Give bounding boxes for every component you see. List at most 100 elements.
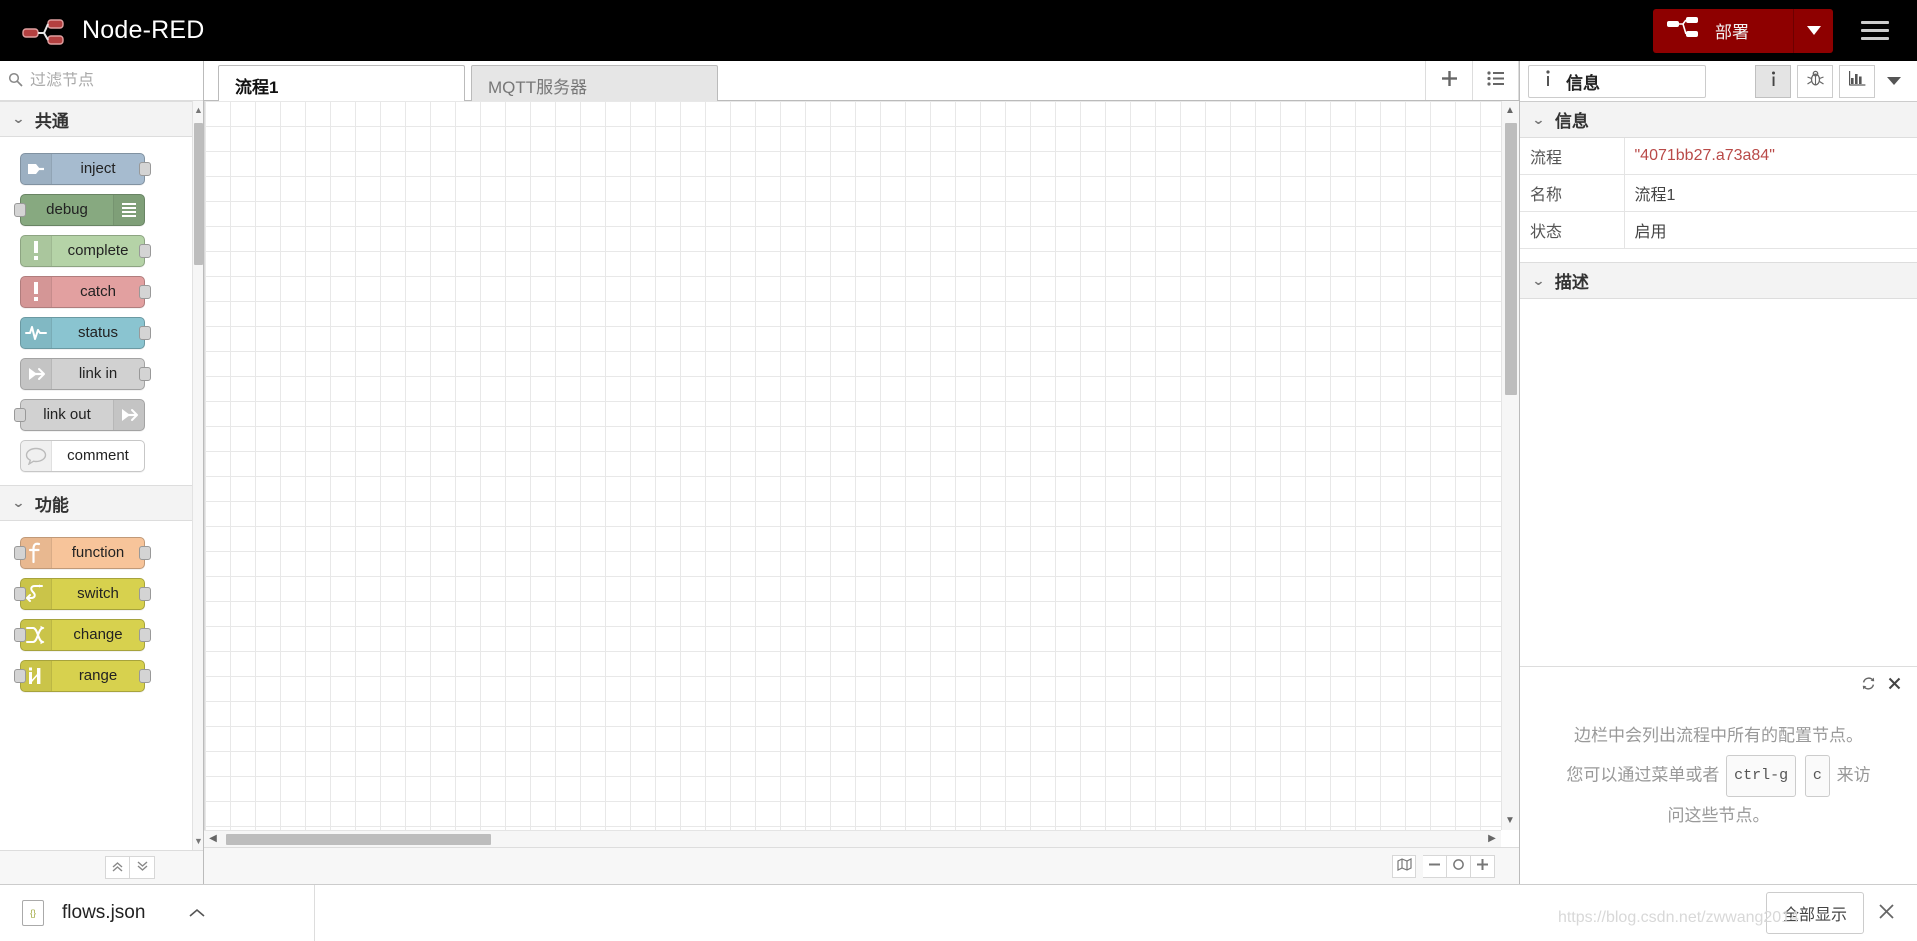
flow-tab-active[interactable]: 流程1 bbox=[218, 65, 465, 104]
flow-tab[interactable]: MQTT服务器 bbox=[471, 65, 718, 104]
node-output-port[interactable] bbox=[139, 284, 151, 299]
deploy-button[interactable]: 部署 bbox=[1653, 8, 1793, 53]
canvas-scroll-up-icon[interactable]: ▲ bbox=[1501, 103, 1519, 117]
info-row-value: 流程1 bbox=[1623, 174, 1917, 212]
collapse-all-button[interactable] bbox=[105, 856, 130, 879]
palette-scrollbar[interactable]: ▲ ▼ bbox=[192, 101, 203, 850]
flow-tabbar: 流程1 MQTT服务器 bbox=[204, 61, 1519, 104]
node-red-app: Node-RED 部署 过滤节点 ⌄ 共通 inject debug compl… bbox=[0, 0, 1917, 941]
navigator-button[interactable] bbox=[1392, 854, 1416, 878]
node-output-port[interactable] bbox=[139, 325, 151, 340]
search-icon bbox=[8, 72, 23, 90]
palette-scroll-thumb[interactable] bbox=[194, 123, 203, 265]
node-output-port[interactable] bbox=[139, 545, 151, 560]
config-msg-line2b: 来访 bbox=[1836, 765, 1871, 785]
node-input-port[interactable] bbox=[14, 586, 26, 601]
palette-node-comment[interactable]: comment bbox=[20, 439, 145, 472]
scroll-up-icon[interactable]: ▲ bbox=[193, 103, 203, 117]
scroll-down-icon[interactable]: ▼ bbox=[193, 834, 203, 848]
node-output-port[interactable] bbox=[139, 161, 151, 176]
sidebar-more-tabs-button[interactable] bbox=[1881, 65, 1907, 98]
zoom-reset-button[interactable] bbox=[1447, 854, 1471, 878]
zoom-controls bbox=[1392, 854, 1495, 878]
palette-node-function[interactable]: function bbox=[14, 536, 151, 569]
app-title: Node-RED bbox=[82, 16, 205, 44]
palette-node-label: debug bbox=[46, 201, 88, 218]
node-output-port[interactable] bbox=[139, 366, 151, 381]
palette-node-link-out[interactable]: link out bbox=[14, 398, 145, 431]
canvas-vertical-scrollbar[interactable] bbox=[1501, 101, 1519, 830]
expand-all-button[interactable] bbox=[130, 856, 155, 879]
bottom-bar-actions: 全部显示 bbox=[1765, 892, 1917, 934]
canvas-horizontal-scrollbar[interactable] bbox=[204, 830, 1501, 847]
palette-node-change[interactable]: change bbox=[14, 618, 151, 651]
brand: Node-RED bbox=[0, 16, 204, 45]
download-file-name: flows.json bbox=[62, 902, 146, 923]
palette-category-body: inject debug complete catch status link in lin… bbox=[0, 137, 203, 485]
sidebar-icon-dashboard[interactable] bbox=[1839, 64, 1875, 98]
info-row: 状态 启用 bbox=[1520, 211, 1917, 249]
palette-node-switch[interactable]: switch bbox=[14, 577, 151, 610]
palette-node-complete[interactable]: complete bbox=[20, 234, 151, 267]
palette-node-debug[interactable]: debug bbox=[14, 193, 145, 226]
sidebar-body: ⌄ 信息 流程 "4071bb27.a73a84" 名称 流程1 状态 启用 ⌄ 描述 bbox=[1520, 102, 1917, 884]
node-output-port[interactable] bbox=[139, 668, 151, 683]
palette-search-input[interactable] bbox=[30, 71, 195, 90]
flow-tabs: 流程1 MQTT服务器 bbox=[204, 61, 724, 104]
close-downloads-bar-button[interactable] bbox=[1878, 902, 1895, 924]
flow-canvas[interactable] bbox=[204, 101, 1501, 830]
palette-node-inject[interactable]: inject bbox=[20, 152, 151, 185]
info-row-key: 状态 bbox=[1530, 224, 1563, 241]
sidebar-tab-icons bbox=[1755, 64, 1911, 98]
palette-node-label: inject bbox=[80, 160, 116, 177]
palette-node-catch[interactable]: catch bbox=[20, 275, 151, 308]
palette-node-label: link out bbox=[43, 406, 91, 423]
info-i-icon bbox=[1769, 71, 1778, 92]
node-output-port[interactable] bbox=[139, 627, 151, 642]
deploy-options-button[interactable] bbox=[1793, 8, 1833, 53]
add-flow-button[interactable] bbox=[1425, 61, 1472, 100]
node-input-port[interactable] bbox=[14, 627, 26, 642]
canvas-hscroll-thumb[interactable] bbox=[226, 834, 491, 845]
canvas-scroll-left-icon[interactable]: ◀ bbox=[206, 830, 220, 847]
palette-node-label: comment bbox=[67, 447, 129, 464]
palette-category-label: 功能 bbox=[34, 495, 69, 515]
palette-category-header[interactable]: ⌄ 功能 bbox=[0, 485, 203, 521]
show-all-downloads-button[interactable]: 全部显示 bbox=[1765, 892, 1864, 934]
palette-node-label: complete bbox=[67, 242, 129, 259]
node-input-port[interactable] bbox=[14, 545, 26, 560]
tabbar-actions bbox=[1425, 61, 1519, 100]
zoom-out-button[interactable] bbox=[1423, 854, 1447, 878]
debug-lines-icon bbox=[113, 194, 144, 225]
info-row-key: 名称 bbox=[1530, 187, 1563, 204]
node-output-port[interactable] bbox=[139, 586, 151, 601]
sidebar-icon-debug[interactable] bbox=[1797, 64, 1833, 98]
info-row: 流程 "4071bb27.a73a84" bbox=[1520, 138, 1917, 175]
node-input-port[interactable] bbox=[14, 407, 26, 422]
config-close-button[interactable] bbox=[1883, 675, 1905, 695]
header-actions: 部署 bbox=[1653, 8, 1917, 53]
close-x-icon bbox=[1888, 677, 1901, 693]
node-input-port[interactable] bbox=[14, 668, 26, 683]
palette-node-link-in[interactable]: link in bbox=[20, 357, 151, 390]
canvas-scroll-right-icon[interactable]: ▶ bbox=[1485, 830, 1499, 847]
config-msg-line3: 问这些节点。 bbox=[1667, 806, 1770, 825]
config-refresh-button[interactable] bbox=[1857, 675, 1879, 695]
sidebar-icon-info[interactable] bbox=[1755, 64, 1791, 98]
palette-node-range[interactable]: range bbox=[14, 659, 151, 692]
canvas-scroll-down-icon[interactable]: ▼ bbox=[1501, 813, 1519, 827]
main-menu-button[interactable] bbox=[1847, 9, 1903, 53]
node-output-port[interactable] bbox=[139, 243, 151, 258]
exclamation-icon bbox=[21, 276, 52, 307]
download-item-menu-button[interactable] bbox=[189, 905, 205, 922]
description-section-header[interactable]: ⌄ 描述 bbox=[1520, 263, 1917, 299]
zoom-in-button[interactable] bbox=[1471, 854, 1495, 878]
palette-category-header[interactable]: ⌄ 共通 bbox=[0, 101, 203, 137]
info-row-value: "4071bb27.a73a84" bbox=[1623, 138, 1917, 175]
info-section-header[interactable]: ⌄ 信息 bbox=[1520, 102, 1917, 138]
sidebar-tab-info[interactable]: 信息 bbox=[1528, 64, 1706, 98]
canvas-vscroll-thumb[interactable] bbox=[1505, 123, 1517, 395]
node-input-port[interactable] bbox=[14, 202, 26, 217]
palette-node-status[interactable]: status bbox=[20, 316, 151, 349]
list-flows-button[interactable] bbox=[1472, 61, 1519, 100]
